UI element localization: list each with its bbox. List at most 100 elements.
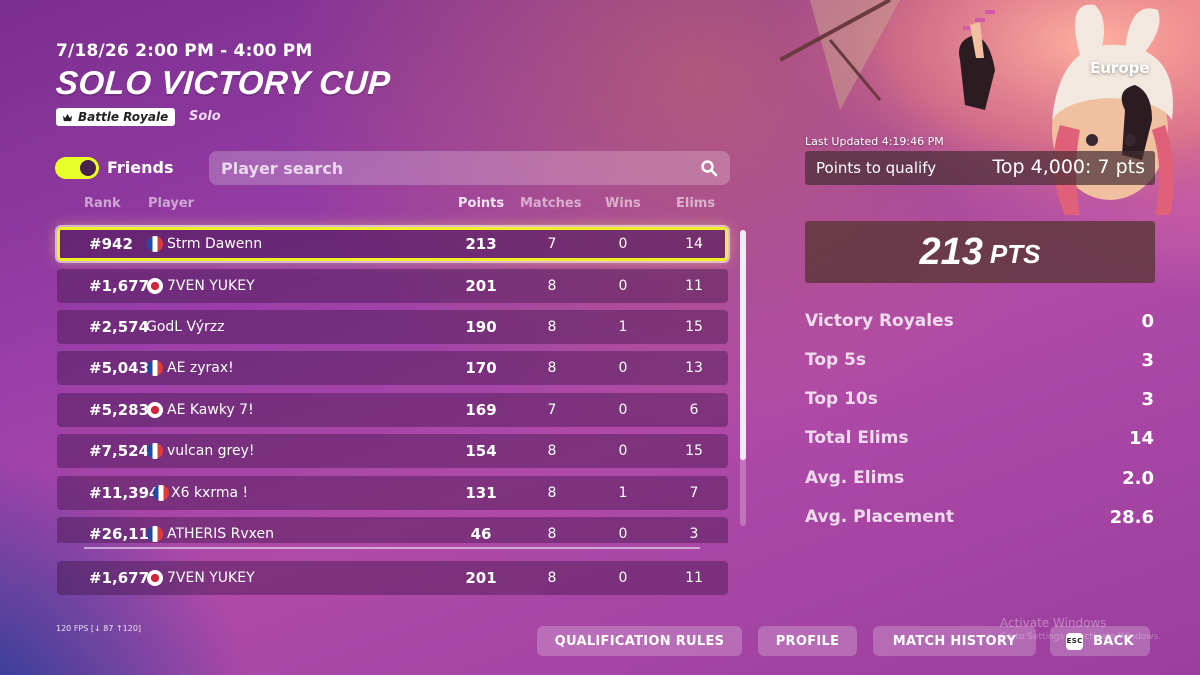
france-flag-icon <box>153 485 169 501</box>
scrollbar-thumb[interactable] <box>740 230 746 460</box>
crown-icon <box>62 113 73 121</box>
row-points: 170 <box>465 359 497 377</box>
points-to-qualify: Points to qualify Top 4,000: 7 pts <box>805 151 1155 185</box>
row-wins: 0 <box>618 526 628 542</box>
qualify-label: Points to qualify <box>816 159 937 177</box>
france-flag-icon <box>147 360 163 376</box>
row-wins: 0 <box>618 402 628 418</box>
row-points: 201 <box>465 277 497 295</box>
row-rank: #5,283 <box>89 401 150 419</box>
last-updated-label: Last Updated 4:19:46 PM <box>805 135 944 148</box>
stat-value: 14 <box>1128 428 1154 449</box>
row-matches: 8 <box>547 570 557 586</box>
total-points-value: 213 <box>919 230 983 273</box>
stat-label: Total Elims <box>805 428 909 448</box>
table-row[interactable]: #11,394 X6 kxrma ! 131 8 1 7 <box>57 476 728 510</box>
table-row[interactable]: #26,111 ATHERIS Rvxen 46 8 0 3 <box>57 517 728 543</box>
row-player: AE zyrax! <box>167 360 234 376</box>
row-player: X6 kxrma ! <box>171 485 249 501</box>
table-row[interactable]: #5,283 AE Kawky 7! 169 7 0 6 <box>57 393 728 427</box>
row-matches: 8 <box>547 443 557 459</box>
leaderboard-scrollbar[interactable] <box>740 230 746 526</box>
player-search-box[interactable] <box>209 151 730 185</box>
pinned-player-row[interactable]: #1,677 7VEN YUKEY 201 8 0 11 <box>57 561 728 595</box>
back-button-label: BACK <box>1093 633 1134 649</box>
match-history-button[interactable]: MATCH HISTORY <box>873 626 1036 656</box>
column-header-player: Player <box>148 196 195 211</box>
column-header-points[interactable]: Points <box>458 196 504 211</box>
pinned-row-divider <box>84 547 700 549</box>
row-wins: 1 <box>618 319 628 335</box>
column-header-elims[interactable]: Elims <box>676 196 715 211</box>
row-matches: 7 <box>547 236 557 252</box>
row-points: 213 <box>465 235 497 253</box>
row-elims: 15 <box>685 443 703 459</box>
stat-label: Avg. Placement <box>805 507 955 527</box>
row-player: vulcan grey! <box>167 443 255 459</box>
stat-value: 3 <box>1141 389 1154 410</box>
stat-label: Victory Royales <box>805 311 954 331</box>
qualify-value: Top 4,000: 7 pts <box>992 156 1145 178</box>
total-points-unit: PTS <box>989 238 1041 269</box>
row-rank: #7,524 <box>89 442 150 460</box>
row-player: 7VEN YUKEY <box>167 570 255 586</box>
stat-label: Avg. Elims <box>805 468 905 488</box>
row-points: 154 <box>465 442 497 460</box>
stat-label: Top 10s <box>805 389 878 409</box>
row-rank: #5,043 <box>89 359 150 377</box>
row-matches: 8 <box>547 526 557 542</box>
japan-flag-icon <box>147 278 163 294</box>
stat-label: Top 5s <box>805 350 867 370</box>
row-elims: 11 <box>685 278 703 294</box>
event-date-range: 7/18/26 2:00 PM - 4:00 PM <box>56 41 313 61</box>
row-player: GodL Výrzz <box>146 319 225 335</box>
qualification-rules-button[interactable]: QUALIFICATION RULES <box>537 626 742 656</box>
row-matches: 8 <box>547 485 557 501</box>
table-row[interactable]: #2,574 GodL Výrzz 190 8 1 15 <box>57 310 728 344</box>
france-flag-icon <box>147 526 163 542</box>
row-wins: 0 <box>618 443 628 459</box>
player-search-input[interactable] <box>221 158 700 178</box>
row-rank: #1,677 <box>89 277 150 295</box>
esc-key-icon: ESC <box>1066 632 1084 650</box>
stat-value: 2.0 <box>1122 468 1154 489</box>
row-player: Strm Dawenn <box>167 236 263 252</box>
search-icon[interactable] <box>700 159 718 177</box>
mode-sub-label: Solo <box>189 109 221 124</box>
row-elims: 7 <box>689 485 699 501</box>
profile-button[interactable]: PROFILE <box>758 626 857 656</box>
row-points: 131 <box>465 484 497 502</box>
row-elims: 15 <box>685 319 703 335</box>
event-title: SOLO VICTORY CUP <box>54 64 392 101</box>
column-header-matches[interactable]: Matches <box>520 196 581 211</box>
row-rank: #11,394 <box>89 484 160 502</box>
france-flag-icon <box>147 443 163 459</box>
row-points: 169 <box>465 401 497 419</box>
japan-flag-icon <box>147 570 163 586</box>
toggle-knob <box>80 160 96 176</box>
row-elims: 6 <box>689 402 699 418</box>
table-row[interactable]: #942 Strm Dawenn 213 7 0 14 <box>57 227 728 261</box>
row-matches: 8 <box>547 360 557 376</box>
stat-value: 3 <box>1141 350 1154 371</box>
row-elims: 11 <box>685 570 703 586</box>
france-flag-icon <box>147 236 163 252</box>
row-wins: 1 <box>618 485 628 501</box>
mode-tag-label: Battle Royale <box>78 110 169 124</box>
row-matches: 8 <box>547 278 557 294</box>
region-label: Europe <box>1090 59 1150 77</box>
row-wins: 0 <box>618 236 628 252</box>
row-rank: #2,574 <box>89 318 150 336</box>
column-header-rank: Rank <box>84 196 121 211</box>
table-row[interactable]: #5,043 AE zyrax! 170 8 0 13 <box>57 351 728 385</box>
row-points: 46 <box>470 525 492 543</box>
row-matches: 8 <box>547 319 557 335</box>
friends-toggle[interactable] <box>55 157 99 179</box>
row-points: 201 <box>465 569 497 587</box>
back-button[interactable]: ESC BACK <box>1050 626 1150 656</box>
table-row[interactable]: #7,524 vulcan grey! 154 8 0 15 <box>57 434 728 468</box>
column-header-wins[interactable]: Wins <box>605 196 641 211</box>
table-row[interactable]: #1,677 7VEN YUKEY 201 8 0 11 <box>57 269 728 303</box>
row-elims: 3 <box>689 526 699 542</box>
row-rank: #1,677 <box>89 569 150 587</box>
